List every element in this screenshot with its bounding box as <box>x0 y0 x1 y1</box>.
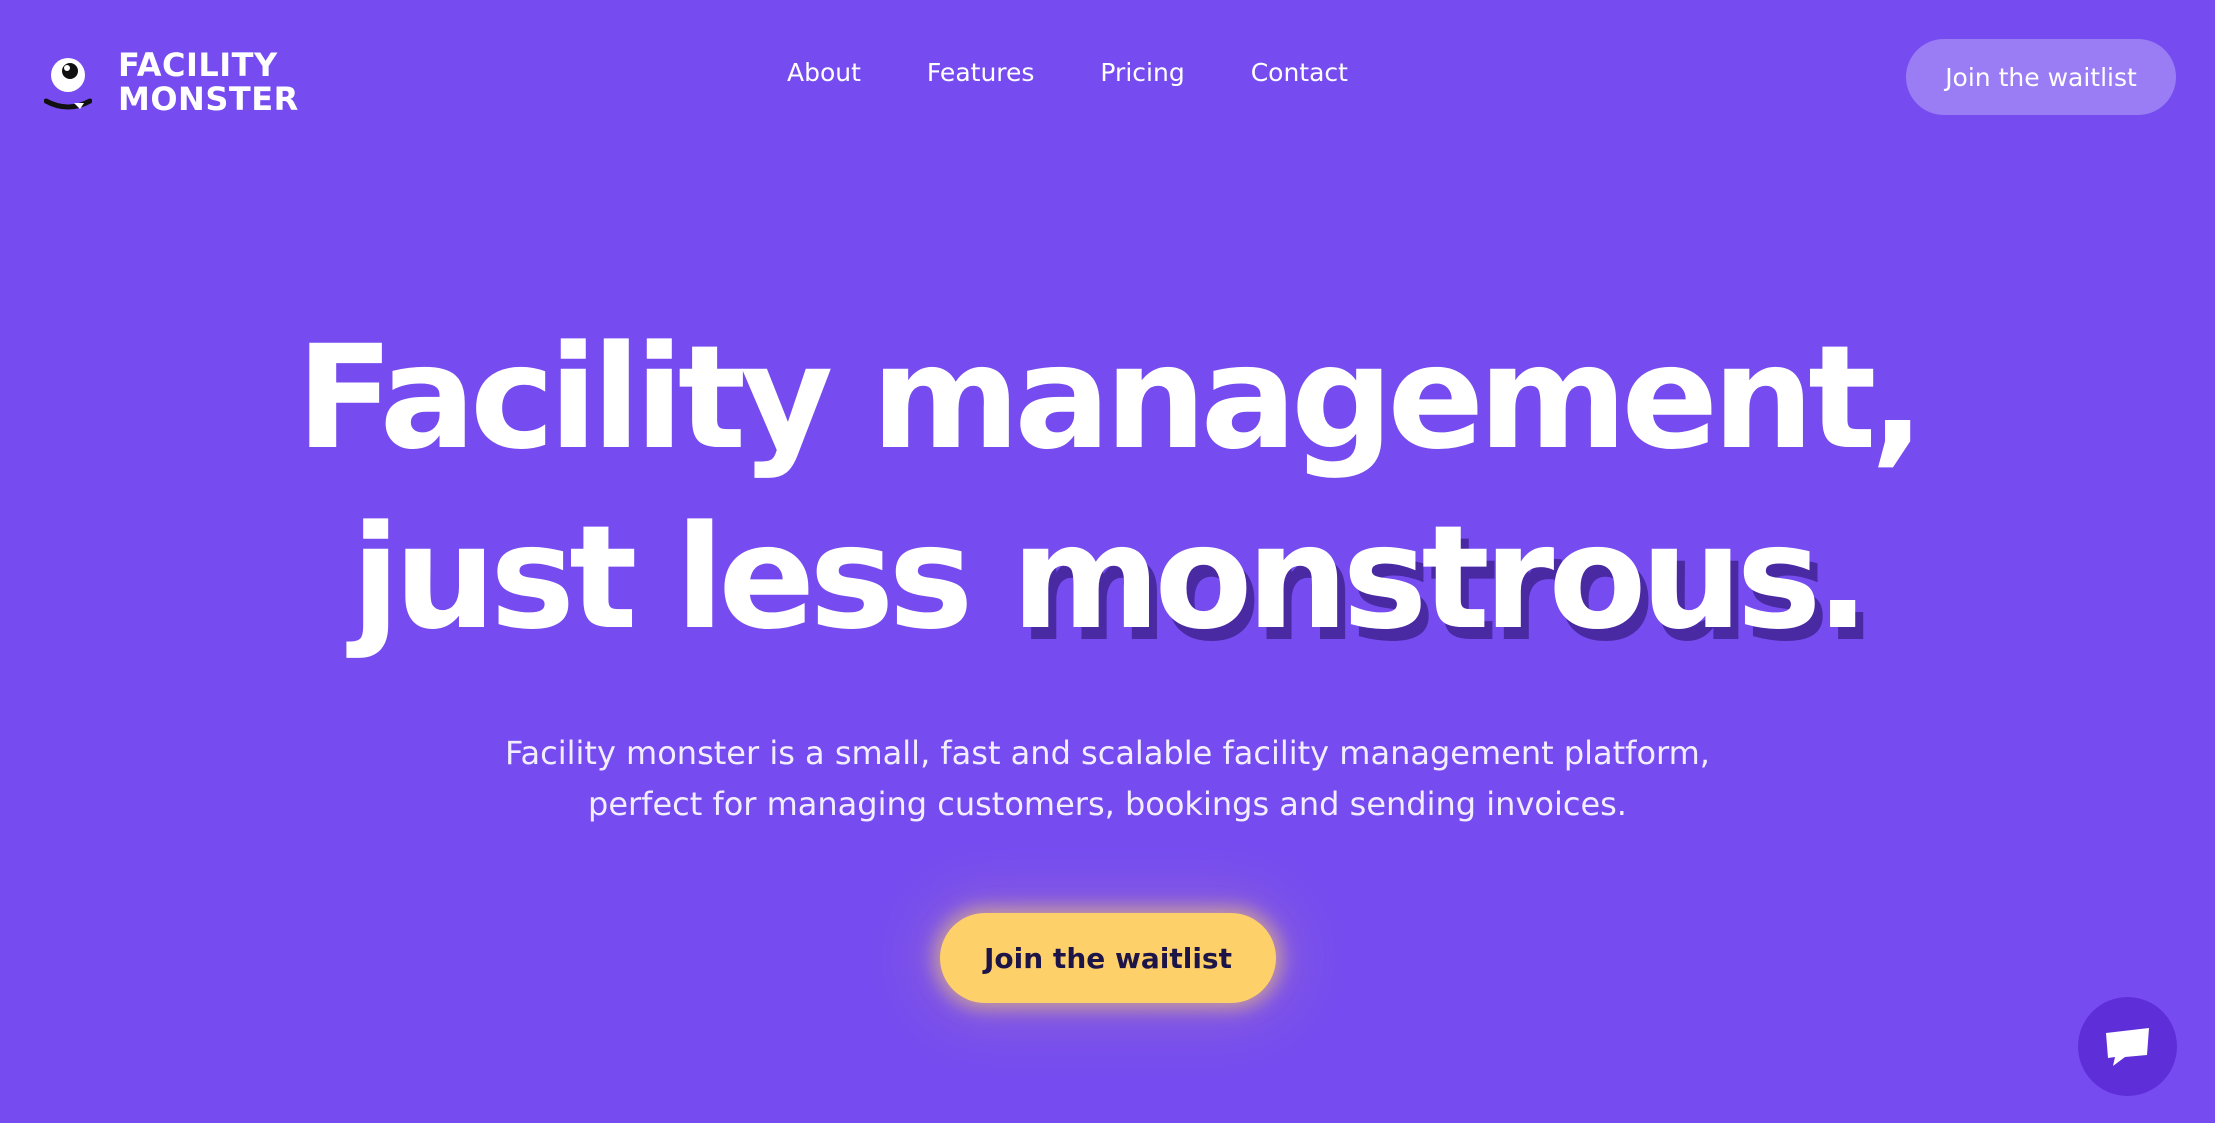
nav-item-features[interactable]: Features <box>927 58 1035 87</box>
hero-title-line-2: just less monstrous. <box>0 488 2215 668</box>
chat-icon <box>2105 1027 2149 1066</box>
nav-item-about[interactable]: About <box>787 58 861 87</box>
chat-launcher-button[interactable] <box>2078 997 2177 1096</box>
hero-title: Facility management, just less monstrous… <box>0 308 2215 668</box>
hero-title-line-1: Facility management, <box>296 314 1925 481</box>
hero-subtitle-line-2: perfect for managing customers, bookings… <box>588 785 1627 823</box>
brand-logo[interactable]: FACILITY MONSTER <box>43 48 299 116</box>
hero-subtitle: Facility monster is a small, fast and sc… <box>0 728 2215 830</box>
monster-eye-logo-icon <box>43 51 93 113</box>
nav-item-contact[interactable]: Contact <box>1251 58 1348 87</box>
main-nav: About Features Pricing Contact <box>787 58 1348 87</box>
header-join-waitlist-button[interactable]: Join the waitlist <box>1906 39 2176 115</box>
hero-title-plain: just less <box>351 494 973 661</box>
brand-line-2: MONSTER <box>118 80 299 118</box>
hero-subtitle-line-1: Facility monster is a small, fast and sc… <box>505 734 1710 772</box>
nav-item-pricing[interactable]: Pricing <box>1100 58 1184 87</box>
hero-join-waitlist-button[interactable]: Join the waitlist <box>940 913 1276 1003</box>
brand-wordmark: FACILITY MONSTER <box>118 48 299 116</box>
hero-title-emphasis: monstrous. <box>1011 494 1870 661</box>
brand-line-1: FACILITY <box>118 46 278 84</box>
